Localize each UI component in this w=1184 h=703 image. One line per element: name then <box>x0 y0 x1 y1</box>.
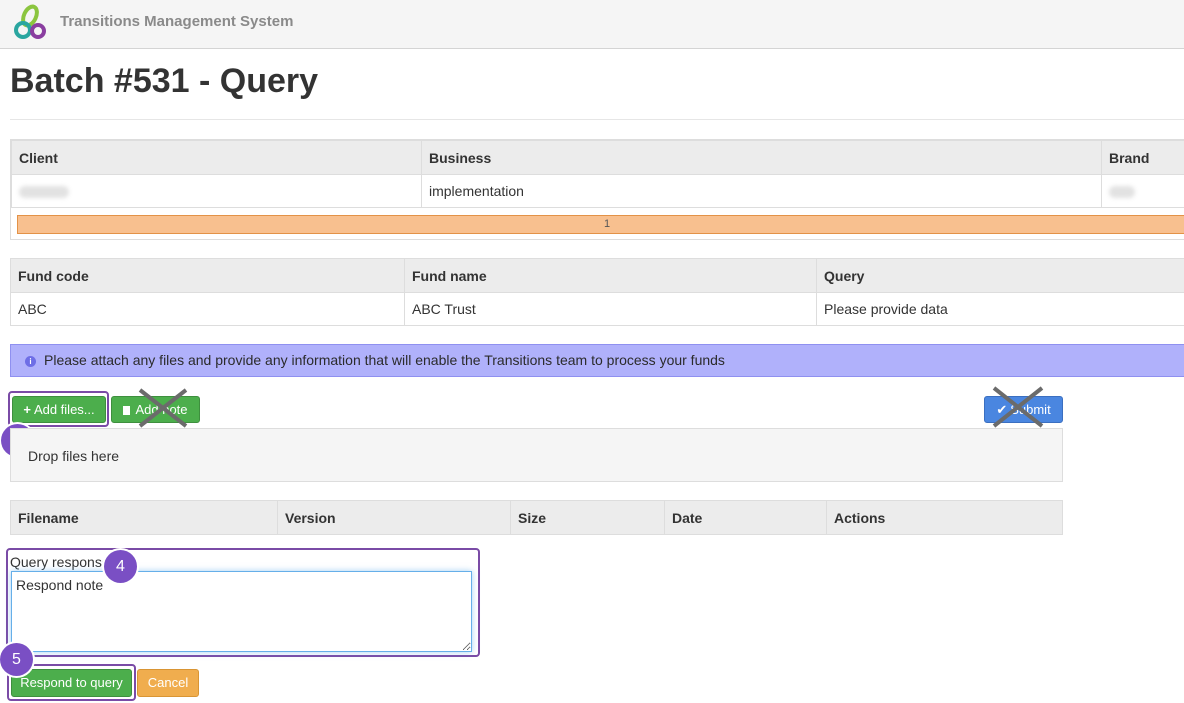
files-table: Filename Version Size Date Actions <box>10 500 1063 535</box>
column-header-version: Version <box>277 500 511 535</box>
query-response-label: Query response <box>10 554 110 570</box>
app-title[interactable]: Transitions Management System <box>60 13 293 30</box>
fund-name-cell: ABC Trust <box>404 292 817 326</box>
brand-cell <box>1101 174 1184 208</box>
column-header-fund-code: Fund code <box>10 258 405 293</box>
info-message: Please attach any files and provide any … <box>44 352 725 368</box>
column-header-business: Business <box>421 140 1102 175</box>
cross-out-mark-icon <box>992 386 1044 428</box>
column-header-date: Date <box>664 500 827 535</box>
table-header-row: Filename Version Size Date Actions <box>10 500 1063 535</box>
fund-code-cell: ABC <box>10 292 405 326</box>
batch-panel: Client Business Brand implementation 1 <box>10 139 1184 240</box>
column-header-size: Size <box>510 500 665 535</box>
business-cell: implementation <box>421 174 1102 208</box>
cancel-button[interactable]: Cancel <box>137 669 199 697</box>
step-badge-4: 4 <box>104 550 137 583</box>
file-dropzone[interactable]: Drop files here <box>10 428 1063 482</box>
fund-table: Fund code Fund name Query ABC ABC Trust … <box>10 258 1184 326</box>
table-row: ABC ABC Trust Please provide data <box>10 292 1184 326</box>
batch-table: Client Business Brand implementation <box>11 140 1184 208</box>
file-icon <box>123 406 131 415</box>
column-header-brand: Brand <box>1101 140 1184 175</box>
progress-bar: 1 <box>17 215 1184 234</box>
redacted-client-value <box>19 186 69 199</box>
table-row: implementation <box>11 174 1184 208</box>
step-badge-5: 5 <box>0 643 33 676</box>
table-header-row: Client Business Brand <box>11 140 1184 175</box>
dropzone-text: Drop files here <box>28 448 120 464</box>
page-title: Batch #531 - Query <box>10 62 319 100</box>
client-cell <box>11 174 422 208</box>
query-response-textarea[interactable] <box>11 571 472 652</box>
column-header-fund-name: Fund name <box>404 258 817 293</box>
column-header-actions: Actions <box>826 500 1063 535</box>
app-logo-icon[interactable] <box>11 4 49 42</box>
column-header-filename: Filename <box>10 500 278 535</box>
redacted-brand-value <box>1109 186 1135 199</box>
step-highlight-add-files <box>8 391 109 427</box>
table-header-row: Fund code Fund name Query <box>10 258 1184 293</box>
divider <box>10 119 1184 120</box>
cross-out-mark-icon <box>138 388 188 428</box>
query-cell: Please provide data <box>816 292 1184 326</box>
column-header-query: Query <box>816 258 1184 293</box>
column-header-client: Client <box>11 140 422 175</box>
info-alert: i Please attach any files and provide any… <box>10 344 1184 377</box>
info-icon: i <box>25 356 36 367</box>
top-navbar: Transitions Management System <box>0 0 1184 49</box>
